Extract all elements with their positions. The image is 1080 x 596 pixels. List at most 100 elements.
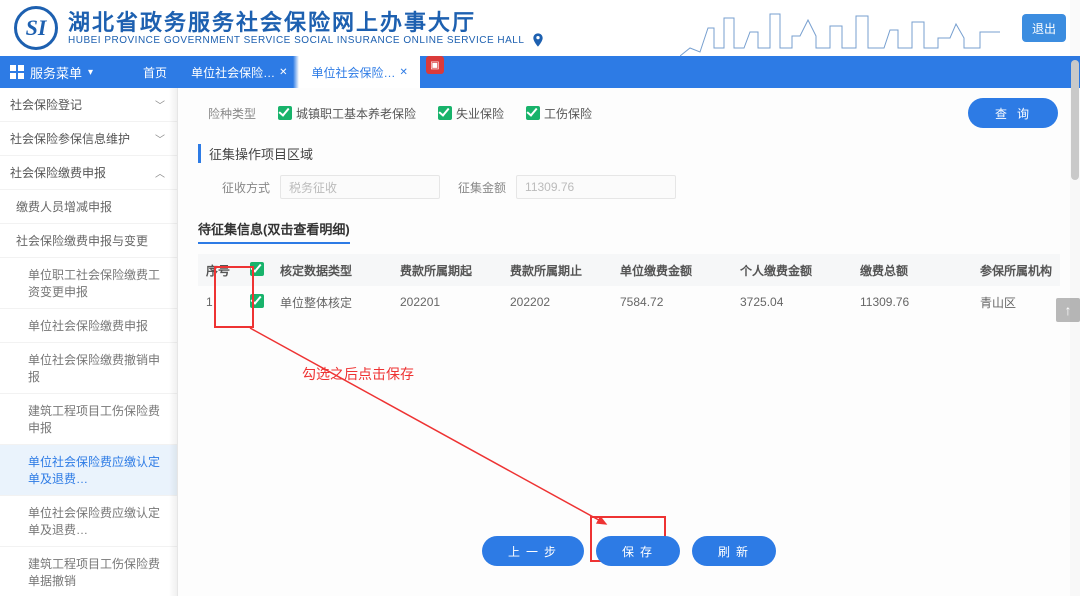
th-to: 费款所属期止 (502, 262, 612, 279)
checkbox-unemployment[interactable]: 失业保险 (438, 105, 504, 122)
close-icon[interactable]: ✕ (399, 67, 407, 78)
header-title-en: HUBEI PROVINCE GOVERNMENT SERVICE SOCIAL… (68, 35, 524, 47)
sidebar-item-label: 单位社会保险费应缴认定单及退费… (28, 504, 165, 538)
main: 险种类型 城镇职工基本养老保险 失业保险 工伤保险 查询 征集操作项目区域 征收… (178, 88, 1080, 596)
sidebar-item-label: 社会保险缴费申报与变更 (16, 232, 148, 249)
grid-icon (10, 65, 24, 79)
chevron-icon: ﹀ (155, 97, 165, 112)
tab-label: 单位社会保险… (311, 64, 395, 81)
cell-pers-amt: 3725.04 (732, 295, 852, 309)
opt-label: 城镇职工基本养老保险 (296, 105, 416, 122)
top-nav-bar: 服务菜单 ▾ 首页 单位社会保险… ✕ 单位社会保险… ✕ ▣ (0, 56, 1080, 88)
service-menu-toggle[interactable]: 服务菜单 ▾ (10, 56, 113, 88)
sidebar-item-label: 建筑工程项目工伤保险费申报 (28, 402, 165, 436)
sidebar-item[interactable]: 单位社会保险费应缴认定单及退费… (0, 496, 177, 547)
service-menu-label: 服务菜单 (30, 63, 82, 82)
collection-mode: 征收方式 税务征收 (222, 175, 440, 199)
th-pers-amt: 个人缴费金额 (732, 262, 852, 279)
skyline-decoration (680, 8, 1000, 56)
tab-label: 单位社会保险… (191, 64, 275, 81)
section-heading: 征集操作项目区域 (198, 144, 1060, 163)
sidebar-item[interactable]: 建筑工程项目工伤保险费申报 (0, 394, 177, 445)
sidebar-item[interactable]: 缴费人员增减申报 (0, 190, 177, 224)
collection-params: 征收方式 税务征收 征集金额 11309.76 (178, 163, 1080, 205)
tab-label: 首页 (143, 64, 167, 81)
refresh-button[interactable]: 刷新 (692, 536, 776, 566)
th-total: 缴费总额 (852, 262, 972, 279)
tab-close-all-icon[interactable]: ▣ (426, 56, 444, 74)
sidebar-item-label: 社会保险缴费申报 (10, 164, 106, 181)
check-icon (438, 106, 452, 120)
sidebar-item-label: 单位社会保险费应缴认定单及退费… (28, 453, 165, 487)
query-button[interactable]: 查询 (968, 98, 1058, 128)
cell-org: 青山区 (972, 294, 1060, 311)
cell-to: 202202 (502, 295, 612, 309)
header-titles: 湖北省政务服务社会保险网上办事大厅 HUBEI PROVINCE GOVERNM… (68, 10, 524, 47)
checkbox-pension[interactable]: 城镇职工基本养老保险 (278, 105, 416, 122)
scrollbar-thumb[interactable] (1071, 60, 1079, 180)
check-icon (250, 262, 264, 276)
chevron-down-icon: ▾ (88, 67, 93, 78)
check-icon (250, 294, 264, 308)
th-org: 参保所属机构 (972, 262, 1060, 279)
sidebar-item[interactable]: 单位职工社会保险缴费工资变更申报 (0, 258, 177, 309)
cell-from: 202201 (392, 295, 502, 309)
action-bar: 上一步 保存 刷新 (178, 536, 1080, 566)
sidebar-item-label: 建筑工程项目工伤保险费单据撤销 (28, 555, 165, 589)
cell-unit-amt: 7584.72 (612, 295, 732, 309)
th-from: 费款所属期起 (392, 262, 502, 279)
collection-mode-value[interactable]: 税务征收 (280, 175, 440, 199)
cell-total: 11309.76 (852, 295, 972, 309)
opt-label: 工伤保险 (544, 105, 592, 122)
collection-amount-label: 征集金额 (458, 179, 506, 196)
tab-unit-si-1[interactable]: 单位社会保险… ✕ (179, 56, 299, 88)
collection-amount: 征集金额 11309.76 (458, 175, 676, 199)
chevron-icon: ︿ (155, 165, 165, 180)
save-button[interactable]: 保存 (596, 536, 680, 566)
sidebar-item[interactable]: 社会保险缴费申报与变更 (0, 224, 177, 258)
vertical-scrollbar[interactable] (1070, 0, 1080, 596)
sidebar-item[interactable]: 社会保险登记﹀ (0, 88, 177, 122)
sidebar-item[interactable]: 单位社会保险缴费撤销申报 (0, 343, 177, 394)
header: SI 湖北省政务服务社会保险网上办事大厅 HUBEI PROVINCE GOVE… (0, 0, 1080, 56)
opt-label: 失业保险 (456, 105, 504, 122)
exit-button[interactable]: 退出 (1022, 14, 1066, 42)
checkbox-injury[interactable]: 工伤保险 (526, 105, 592, 122)
table-title: 待征集信息(双击查看明细) (198, 219, 350, 244)
location-pin-icon (530, 32, 546, 48)
sidebar-item[interactable]: 社会保险参保信息维护 ﹀ (0, 122, 177, 156)
th-unit-amt: 单位缴费金额 (612, 262, 732, 279)
sidebar-item-label: 单位社会保险缴费撤销申报 (28, 351, 165, 385)
tab-strip: 首页 单位社会保险… ✕ 单位社会保险… ✕ ▣ (131, 56, 444, 88)
th-type: 核定数据类型 (272, 262, 392, 279)
collection-mode-label: 征收方式 (222, 179, 270, 196)
check-icon (526, 106, 540, 120)
collection-amount-value[interactable]: 11309.76 (516, 175, 676, 199)
cell-check[interactable] (242, 294, 272, 311)
th-idx: 序号 (198, 262, 242, 279)
tab-unit-si-2[interactable]: 单位社会保险… ✕ (299, 56, 419, 88)
sidebar-item-label: 缴费人员增减申报 (16, 198, 112, 215)
sidebar-item[interactable]: 单位社会保险缴费申报 (0, 309, 177, 343)
sidebar-item-label: 社会保险参保信息维护 (10, 130, 130, 147)
table-header: 序号 核定数据类型 费款所属期起 费款所属期止 单位缴费金额 个人缴费金额 缴费… (198, 254, 1060, 286)
sidebar-item-label: 单位职工社会保险缴费工资变更申报 (28, 266, 165, 300)
sidebar: 社会保险登记﹀社会保险参保信息维护﹀社会保险缴费申报︿缴费人员增减申报社会保险缴… (0, 88, 178, 596)
sidebar-item[interactable]: 单位社会保险费应缴认定单及退费… (0, 445, 177, 496)
filter-row: 险种类型 城镇职工基本养老保险 失业保险 工伤保险 查询 (178, 88, 1080, 134)
annotation-arrow (248, 324, 618, 534)
logo-icon: SI (14, 6, 58, 50)
annotation-text: 勾选之后点击保存 (302, 364, 414, 384)
tab-home[interactable]: 首页 (131, 56, 179, 88)
th-check[interactable] (242, 262, 272, 279)
close-icon[interactable]: ✕ (279, 67, 287, 78)
prev-button[interactable]: 上一步 (482, 536, 584, 566)
check-icon (278, 106, 292, 120)
header-title-cn: 湖北省政务服务社会保险网上办事大厅 (68, 10, 524, 35)
table-row[interactable]: 1 单位整体核定 202201 202202 7584.72 3725.04 1… (198, 286, 1060, 318)
chevron-icon: ﹀ (155, 131, 165, 146)
sidebar-item[interactable]: 建筑工程项目工伤保险费单据撤销 (0, 547, 177, 596)
insurance-type-label: 险种类型 (200, 105, 256, 122)
sidebar-item[interactable]: 社会保险缴费申报 ︿ (0, 156, 177, 190)
body: 社会保险登记﹀社会保险参保信息维护﹀社会保险缴费申报︿缴费人员增减申报社会保险缴… (0, 88, 1080, 596)
